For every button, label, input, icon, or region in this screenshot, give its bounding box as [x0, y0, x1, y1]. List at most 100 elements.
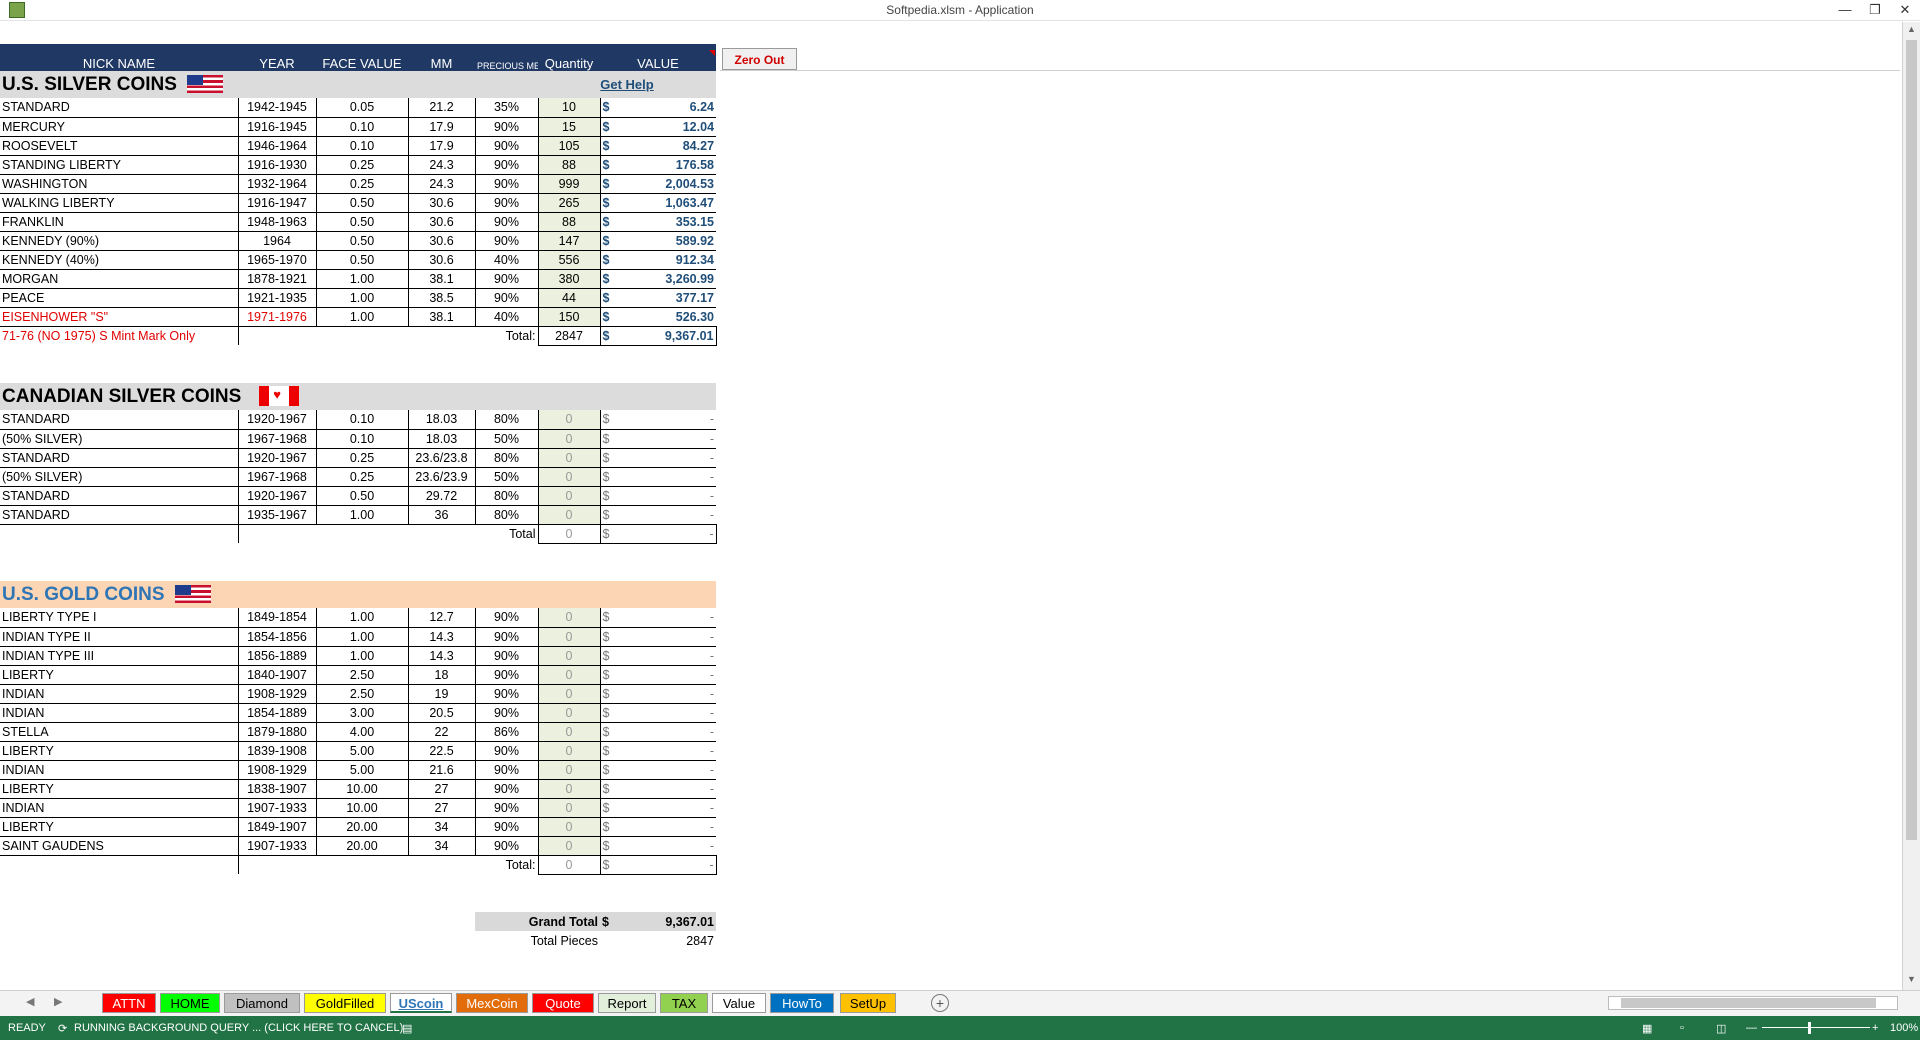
- coin-precious-metal: 90%: [475, 741, 539, 761]
- sheet-tab-value[interactable]: Value: [712, 993, 766, 1013]
- title-bar: Softpedia.xlsm - Application — ❐ ✕: [0, 0, 1920, 21]
- scroll-down-icon[interactable]: ▼: [1907, 974, 1916, 984]
- quantity-input[interactable]: 0: [538, 627, 601, 647]
- sheet-tab-quote[interactable]: Quote: [532, 993, 594, 1013]
- sheet-tab-howto[interactable]: HowTo: [770, 993, 834, 1013]
- table-row: INDIAN 1908-1929 5.00 21.6 90% 0 $ -: [0, 760, 717, 780]
- total-value: -: [618, 523, 717, 544]
- quantity-input[interactable]: 0: [538, 505, 601, 525]
- vertical-scroll-thumb[interactable]: [1906, 40, 1917, 840]
- quantity-input[interactable]: 0: [538, 779, 601, 799]
- quantity-input[interactable]: 0: [538, 429, 601, 449]
- coin-precious-metal: 90%: [475, 174, 539, 194]
- sheet-tab-home[interactable]: HOME: [160, 993, 220, 1013]
- sheet-tab-diamond[interactable]: Diamond: [224, 993, 300, 1013]
- quantity-input[interactable]: 0: [538, 646, 601, 666]
- coin-precious-metal: 40%: [475, 250, 539, 270]
- coin-year: 1849-1854: [238, 608, 317, 628]
- coin-face-value: 20.00: [316, 817, 409, 837]
- coin-value: -: [618, 467, 717, 487]
- quantity-input[interactable]: 0: [538, 486, 601, 506]
- currency-symbol: $: [599, 523, 618, 544]
- quantity-input[interactable]: 88: [538, 212, 601, 232]
- worksheet[interactable]: Zero Out NICK NAME YEAR FACE VALUE MM PRECIO…: [0, 22, 1902, 990]
- empty-cell: [0, 562, 716, 581]
- minimize-icon[interactable]: —: [1830, 1, 1860, 19]
- quantity-input[interactable]: 0: [538, 760, 601, 780]
- zoom-slider[interactable]: [1762, 1027, 1870, 1028]
- zoom-out-icon[interactable]: —: [1746, 1022, 1757, 1034]
- normal-view-icon[interactable]: ▦: [1642, 1022, 1652, 1035]
- quantity-input[interactable]: 0: [538, 798, 601, 818]
- total-quantity: 2847: [537, 325, 601, 346]
- quantity-input[interactable]: 556: [538, 250, 601, 270]
- scroll-up-icon[interactable]: ▲: [1907, 24, 1916, 34]
- quantity-input[interactable]: 0: [538, 741, 601, 761]
- quantity-input[interactable]: 44: [538, 288, 601, 308]
- quantity-input[interactable]: 0: [538, 817, 601, 837]
- quantity-input[interactable]: 0: [538, 836, 601, 856]
- zoom-in-icon[interactable]: +: [1872, 1022, 1878, 1034]
- tab-prev-icon[interactable]: ◀: [26, 995, 34, 1008]
- quantity-input[interactable]: 88: [538, 155, 601, 175]
- page-layout-icon[interactable]: ▫: [1680, 1022, 1684, 1034]
- page-break-icon[interactable]: ◫: [1716, 1022, 1726, 1035]
- sheet-tab-mexcoin[interactable]: MexCoin: [456, 993, 528, 1013]
- quantity-input[interactable]: 0: [538, 448, 601, 468]
- section-title-cell: U.S. GOLD COINS: [0, 581, 538, 608]
- zoom-level[interactable]: 100%: [1890, 1022, 1918, 1034]
- coin-precious-metal: 80%: [475, 410, 539, 430]
- total-pieces-label: Total Pieces: [530, 933, 598, 948]
- section-extra[interactable]: Get Help: [538, 71, 717, 98]
- zoom-slider-thumb[interactable]: [1808, 1022, 1811, 1034]
- zero-out-button[interactable]: Zero Out: [722, 48, 797, 70]
- coin-value: -: [618, 760, 717, 780]
- quantity-input[interactable]: 15: [538, 117, 601, 137]
- coin-year: 1878-1921: [238, 269, 317, 289]
- restore-icon[interactable]: ❐: [1860, 1, 1890, 19]
- quantity-input[interactable]: 0: [538, 665, 601, 685]
- quantity-input[interactable]: 0: [538, 467, 601, 487]
- quantity-input[interactable]: 150: [538, 307, 601, 327]
- quantity-input[interactable]: 0: [538, 684, 601, 704]
- sheet-tab-goldfilled[interactable]: GoldFilled: [304, 993, 386, 1013]
- close-icon[interactable]: ✕: [1890, 1, 1920, 19]
- coin-value: 912.34: [618, 250, 717, 270]
- quantity-input[interactable]: 10: [538, 98, 601, 118]
- empty-cell: [0, 345, 716, 364]
- currency-symbol: $: [600, 665, 618, 685]
- macro-record-icon[interactable]: ▤: [402, 1022, 412, 1035]
- quantity-input[interactable]: 999: [538, 174, 601, 194]
- section-header: U.S. GOLD COINS: [0, 581, 717, 608]
- sheet-tab-report[interactable]: Report: [598, 993, 656, 1013]
- coin-face-value: 1.00: [316, 608, 409, 628]
- col-header-value: VALUE: [600, 44, 717, 71]
- horizontal-scroll-thumb[interactable]: [1621, 998, 1876, 1008]
- coin-year: 1907-1933: [238, 836, 317, 856]
- add-sheet-icon[interactable]: +: [931, 994, 949, 1012]
- tab-next-icon[interactable]: ▶: [54, 995, 62, 1008]
- coin-value: -: [618, 798, 717, 818]
- get-help-link[interactable]: Get Help: [600, 77, 653, 92]
- quantity-input[interactable]: 0: [538, 410, 601, 430]
- sheet-tab-uscoin[interactable]: UScoin: [390, 993, 452, 1013]
- sheet-tab-attn[interactable]: ATTN: [102, 993, 156, 1013]
- coin-precious-metal: 50%: [475, 429, 539, 449]
- sheet-tab-setup[interactable]: SetUp: [840, 993, 896, 1013]
- vertical-scrollbar[interactable]: ▲ ▼: [1902, 22, 1920, 990]
- sheet-tab-tax[interactable]: TAX: [660, 993, 708, 1013]
- quantity-input[interactable]: 0: [538, 722, 601, 742]
- horizontal-scrollbar[interactable]: [1608, 996, 1898, 1010]
- quantity-input[interactable]: 0: [538, 703, 601, 723]
- coin-name: ROOSEVELT: [0, 136, 239, 156]
- coin-mm: 38.5: [408, 288, 476, 308]
- quantity-input[interactable]: 0: [538, 608, 601, 628]
- quantity-input[interactable]: 380: [538, 269, 601, 289]
- coin-precious-metal: 90%: [475, 136, 539, 156]
- quantity-input[interactable]: 265: [538, 193, 601, 213]
- coin-year: 1946-1964: [238, 136, 317, 156]
- quantity-input[interactable]: 147: [538, 231, 601, 251]
- quantity-input[interactable]: 105: [538, 136, 601, 156]
- background-query-status[interactable]: RUNNING BACKGROUND QUERY ... (CLICK HERE…: [74, 1022, 403, 1034]
- section-title: U.S. SILVER COINS: [2, 73, 177, 95]
